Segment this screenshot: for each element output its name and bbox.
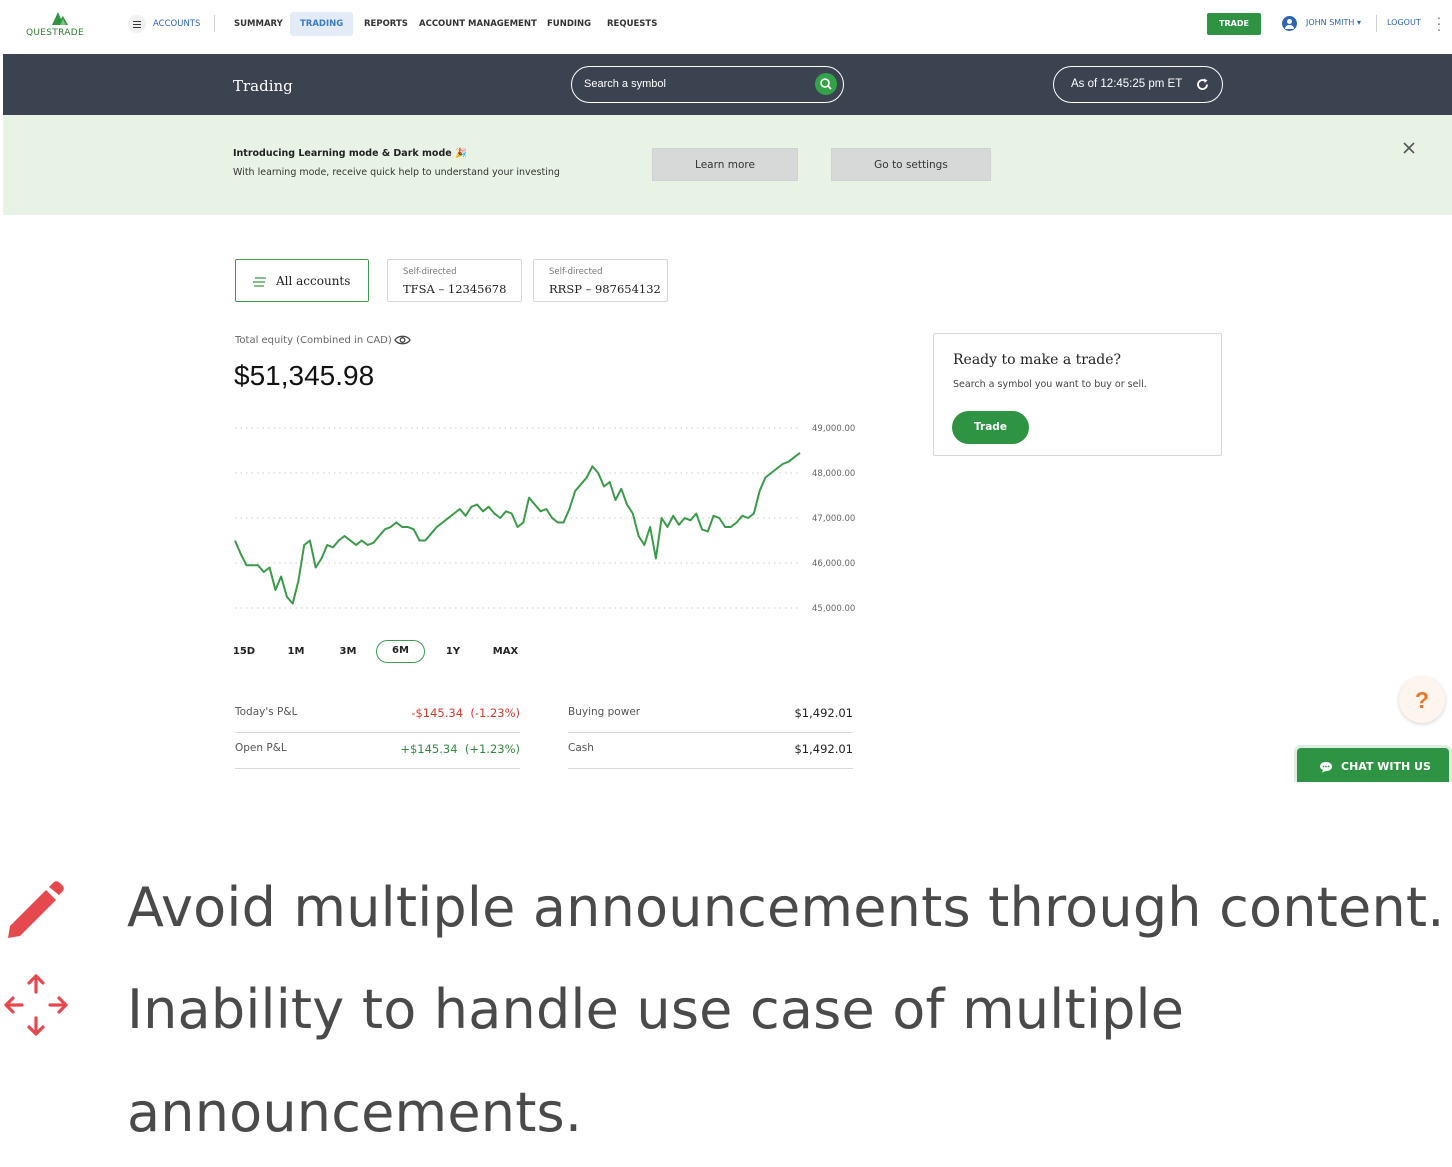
logout-link[interactable]: LOGOUT — [1387, 18, 1421, 27]
todays-pl-row: Today's P&L -$145.34 (-1.23%) — [235, 697, 520, 733]
cash-row: Cash $1,492.01 — [568, 733, 853, 769]
total-equity-label: Total equity (Combined in CAD) — [235, 335, 392, 346]
y-tick-label: 49,000.00 — [812, 424, 855, 434]
search-placeholder: Search a symbol — [584, 78, 666, 90]
stat-label: Today's P&L — [235, 706, 298, 718]
account-number: TFSA – 12345678 — [403, 282, 507, 296]
announcement-banner: Introducing Learning mode & Dark mode 🎉 … — [3, 115, 1452, 215]
all-accounts-label: All accounts — [276, 274, 351, 288]
top-nav: QUESTRADE ACCOUNTS SUMMARY TRADING REPOR… — [0, 0, 1452, 54]
nav-divider — [214, 15, 215, 32]
nav-summary[interactable]: SUMMARY — [224, 12, 293, 36]
account-type: Self-directed — [549, 267, 603, 277]
account-type: Self-directed — [403, 267, 457, 277]
trade-card: Ready to make a trade? Search a symbol y… — [933, 333, 1222, 456]
list-icon — [253, 277, 266, 287]
range-1y[interactable]: 1Y — [440, 640, 466, 663]
nav-trading[interactable]: TRADING — [290, 12, 354, 36]
stat-label: Cash — [568, 742, 594, 754]
banner-title: Introducing Learning mode & Dark mode 🎉 — [233, 148, 467, 159]
trade-button-top[interactable]: TRADE — [1207, 13, 1261, 35]
trade-button[interactable]: Trade — [952, 411, 1029, 444]
banner-text: With learning mode, receive quick help t… — [233, 167, 560, 178]
refresh-icon[interactable] — [1195, 77, 1210, 92]
range-6m[interactable]: 6M — [376, 640, 425, 663]
pencil-icon — [8, 881, 64, 938]
page-title: Trading — [233, 77, 293, 95]
range-3m[interactable]: 3M — [333, 640, 363, 663]
search-icon[interactable] — [815, 73, 837, 95]
nav-accounts[interactable]: ACCOUNTS — [143, 12, 210, 36]
user-icon — [1282, 16, 1297, 31]
bullet-2-line-2: announcements. — [127, 1081, 583, 1144]
learn-more-button[interactable]: Learn more — [652, 148, 798, 181]
user-menu[interactable]: JOHN SMITH ▾ — [1306, 18, 1361, 27]
logout-divider — [1376, 15, 1377, 32]
range-15d[interactable]: 15D — [228, 640, 260, 663]
go-to-settings-button[interactable]: Go to settings — [831, 148, 991, 181]
trading-screenshot: QUESTRADE ACCOUNTS SUMMARY TRADING REPOR… — [0, 0, 1452, 782]
y-tick-label: 45,000.00 — [812, 604, 855, 614]
bullet-2-line-1: Inability to handle use case of multiple — [127, 978, 1185, 1041]
nav-funding[interactable]: FUNDING — [537, 12, 601, 36]
trade-card-text: Search a symbol you want to buy or sell. — [953, 379, 1147, 390]
equity-line-chart: 49,000.00 48,000.00 47,000.00 46,000.00 45,0… — [234, 424, 855, 614]
help-button[interactable]: ? — [1399, 677, 1445, 723]
trade-card-title: Ready to make a trade? — [953, 352, 1122, 368]
chat-with-us-button[interactable]: CHAT WITH US — [1297, 748, 1449, 782]
nav-requests[interactable]: REQUESTS — [597, 12, 667, 36]
open-pl-row: Open P&L +$145.34 (+1.23%) — [235, 733, 520, 769]
trading-header: Trading Search a symbol As of 12:45:25 p… — [3, 54, 1452, 115]
chat-bubble-icon — [1320, 762, 1332, 773]
y-tick-label: 46,000.00 — [812, 559, 855, 569]
account-number: RRSP – 987654132 — [549, 282, 661, 296]
bullet-1: Avoid multiple announcements through con… — [127, 876, 1445, 939]
equity-series-line — [234, 452, 801, 605]
stat-value: +$145.34 (+1.23%) — [400, 742, 520, 756]
range-max[interactable]: MAX — [489, 640, 522, 663]
close-icon[interactable] — [1400, 139, 1418, 157]
account-tfsa[interactable]: Self-directed TFSA – 12345678 — [387, 259, 522, 302]
refresh-timestamp[interactable]: As of 12:45:25 pm ET — [1053, 66, 1223, 103]
questrade-logo[interactable]: QUESTRADE — [26, 10, 98, 40]
nav-account-management[interactable]: ACCOUNT MANAGEMENT — [409, 12, 547, 36]
logo-text: QUESTRADE — [26, 28, 84, 38]
symbol-search-input[interactable]: Search a symbol — [571, 66, 844, 103]
logo-mark-icon — [52, 12, 68, 25]
stat-value: $1,492.01 — [794, 706, 853, 720]
more-vertical-icon[interactable]: · · · — [1436, 10, 1442, 36]
stat-value: -$145.34 (-1.23%) — [411, 706, 520, 720]
all-accounts-button[interactable]: All accounts — [235, 259, 369, 302]
chat-label: CHAT WITH US — [1341, 760, 1431, 773]
stat-label: Buying power — [568, 706, 641, 718]
eye-icon[interactable] — [394, 334, 411, 346]
stat-label: Open P&L — [235, 742, 287, 754]
y-tick-label: 48,000.00 — [812, 469, 855, 479]
total-equity-value: $51,345.98 — [234, 360, 375, 391]
y-tick-label: 47,000.00 — [812, 514, 855, 524]
move-arrows-icon — [4, 974, 68, 1036]
stat-value: $1,492.01 — [794, 742, 853, 756]
account-rrsp[interactable]: Self-directed RRSP – 987654132 — [533, 259, 668, 302]
range-1m[interactable]: 1M — [281, 640, 311, 663]
buying-power-row: Buying power $1,492.01 — [568, 697, 853, 733]
as-of-time: As of 12:45:25 pm ET — [1071, 78, 1183, 90]
